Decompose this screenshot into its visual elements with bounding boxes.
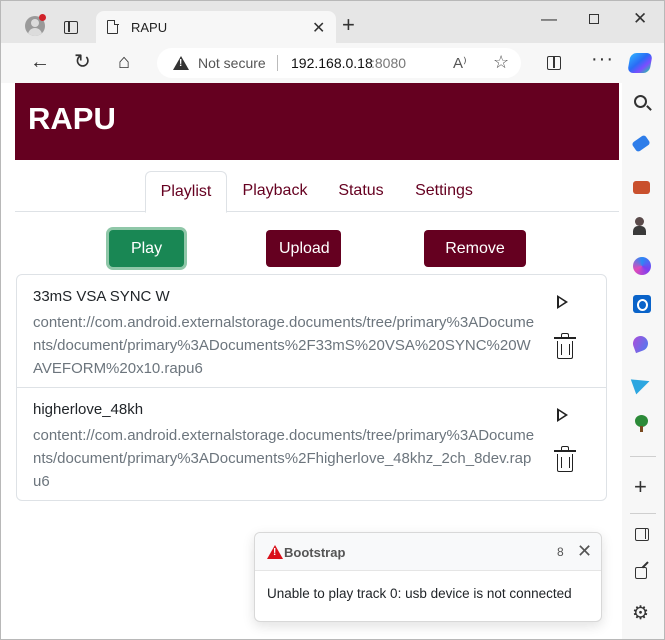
maximize-icon[interactable]: [589, 14, 599, 24]
copilot-sidebar-icon[interactable]: [633, 257, 651, 275]
tab-playlist[interactable]: Playlist: [145, 171, 227, 213]
reload-icon[interactable]: ↻: [74, 51, 91, 73]
app-header: RAPU: [15, 83, 619, 160]
toast-message: Unable to play track 0: usb device is no…: [267, 586, 572, 601]
toast-time: 8: [557, 545, 564, 559]
trash-icon[interactable]: [554, 446, 576, 472]
games-icon[interactable]: [633, 217, 651, 235]
tab-settings[interactable]: Settings: [409, 171, 479, 213]
sidebar-search-icon[interactable]: [634, 95, 647, 108]
toast-close-icon[interactable]: ✕: [577, 541, 592, 561]
toast-title: Bootstrap: [284, 545, 346, 560]
not-secure-icon[interactable]: [173, 56, 189, 70]
sidebar-panel-icon[interactable]: [635, 528, 649, 541]
copilot-icon[interactable]: [627, 53, 653, 73]
browser-tab[interactable]: RAPU ✕: [96, 11, 336, 44]
browser-toolbar: ← ↻ ⌂ Not secure 192.168.0.18 :8080 A⁾ ☆…: [1, 43, 664, 83]
tab-actions-icon[interactable]: [64, 21, 78, 34]
address-host[interactable]: 192.168.0.18: [291, 55, 373, 71]
playlist: 33mS VSA SYNC W content://com.android.ex…: [16, 274, 607, 501]
tab-strip: RAPU ✕ + — ✕: [1, 1, 664, 44]
track-title: 33mS VSA SYNC W: [33, 288, 170, 305]
remove-all-button[interactable]: Remove all: [424, 230, 526, 292]
app-brand: RAPU: [28, 101, 116, 136]
browser-sidebar: + ⚙: [622, 83, 664, 639]
warning-icon: [267, 545, 283, 559]
favorite-star-icon[interactable]: ☆: [493, 52, 509, 73]
address-divider: [277, 55, 278, 71]
sidebar-divider: [630, 456, 656, 457]
new-tab-button[interactable]: +: [342, 14, 355, 36]
track-path: content://com.android.externalstorage.do…: [33, 314, 535, 377]
security-label[interactable]: Not secure: [198, 55, 266, 71]
tab-title: RAPU: [131, 20, 168, 35]
tab-status[interactable]: Status: [331, 171, 391, 213]
outlook-icon[interactable]: [633, 295, 651, 313]
list-item: higherlove_48kh content://com.android.ex…: [17, 387, 606, 500]
designer-icon[interactable]: [630, 333, 651, 354]
track-title: higherlove_48kh: [33, 401, 144, 418]
upload-button[interactable]: Upload: [266, 230, 341, 267]
play-all-button[interactable]: Play all: [109, 230, 184, 292]
minimize-icon[interactable]: —: [541, 11, 557, 29]
page-viewport: RAPU Playlist Playback Status Settings P…: [1, 83, 622, 639]
back-icon[interactable]: ←: [30, 51, 50, 73]
shopping-tag-icon[interactable]: [631, 134, 651, 153]
sidebar-add-icon[interactable]: +: [634, 476, 647, 498]
play-icon[interactable]: [557, 295, 568, 309]
error-toast: Bootstrap 8 ✕ Unable to play track 0: us…: [254, 532, 602, 622]
browser-window: RAPU ✕ + — ✕ ← ↻ ⌂ Not secure 192.168.0.…: [0, 0, 665, 640]
trash-icon[interactable]: [554, 333, 576, 359]
list-item: 33mS VSA SYNC W content://com.android.ex…: [17, 275, 606, 388]
tools-briefcase-icon[interactable]: [633, 181, 650, 194]
home-icon[interactable]: ⌂: [118, 51, 130, 73]
settings-gear-icon[interactable]: ⚙: [632, 602, 649, 625]
address-port[interactable]: :8080: [371, 55, 406, 71]
open-external-icon[interactable]: [635, 567, 647, 579]
sidebar-divider: [630, 513, 656, 514]
profile-notification-dot: [39, 14, 46, 21]
tree-icon[interactable]: [633, 415, 651, 433]
telegram-icon[interactable]: [630, 373, 653, 395]
window-close-icon[interactable]: ✕: [633, 9, 647, 29]
play-icon[interactable]: [557, 408, 568, 422]
toast-header: Bootstrap 8 ✕: [255, 533, 601, 571]
page-icon: [107, 19, 119, 34]
split-screen-icon[interactable]: [547, 56, 561, 70]
tab-close-icon[interactable]: ✕: [312, 18, 325, 38]
tab-playback[interactable]: Playback: [235, 171, 315, 213]
address-bar[interactable]: Not secure 192.168.0.18 :8080 A⁾ ☆: [157, 48, 521, 78]
track-path: content://com.android.externalstorage.do…: [33, 427, 535, 490]
nav-tabs: Playlist Playback Status Settings: [15, 160, 619, 213]
more-menu-icon[interactable]: ···: [591, 48, 614, 71]
read-aloud-icon[interactable]: A⁾: [453, 54, 467, 72]
